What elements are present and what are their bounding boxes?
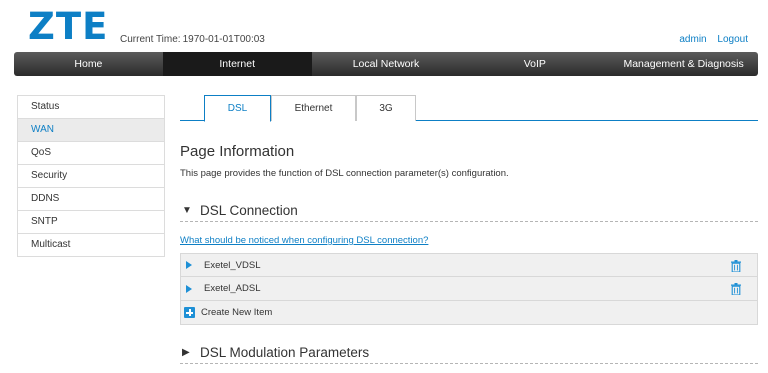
top-nav: Home Internet Local Network VoIP Managem… bbox=[14, 52, 758, 76]
sidebar-item-ddns[interactable]: DDNS bbox=[18, 188, 164, 211]
connection-name: Exetel_ADSL bbox=[204, 283, 261, 294]
current-time: Current Time: 1970-01-01T00:03 bbox=[120, 34, 267, 45]
dsl-modulation-title: DSL Modulation Parameters bbox=[200, 345, 370, 360]
logout-link[interactable]: Logout bbox=[717, 34, 748, 45]
right-triangle-icon bbox=[186, 284, 192, 293]
right-triangle-icon bbox=[186, 261, 192, 269]
trash-icon[interactable] bbox=[731, 260, 741, 272]
username: admin bbox=[679, 34, 707, 45]
sidebar-item-qos[interactable]: QoS bbox=[18, 142, 164, 165]
create-new-item-label: Create New Item bbox=[201, 307, 273, 318]
plus-icon bbox=[184, 307, 195, 318]
tab-3g[interactable]: 3G bbox=[356, 95, 416, 121]
trash-icon[interactable] bbox=[731, 283, 741, 295]
page-title: Page Information bbox=[180, 143, 295, 160]
side-nav: Status WAN QoS Security DDNS SNTP Multic… bbox=[17, 95, 165, 257]
create-new-item-button[interactable]: Create New Item bbox=[180, 301, 758, 325]
sidebar-item-sntp[interactable]: SNTP bbox=[18, 211, 164, 234]
connection-name: Exetel_VDSL bbox=[204, 259, 261, 271]
dsl-modulation-header[interactable]: ▶ DSL Modulation Parameters bbox=[180, 342, 758, 364]
sidebar-item-wan[interactable]: WAN bbox=[18, 119, 164, 142]
top-nav-home[interactable]: Home bbox=[14, 52, 163, 76]
tab-dsl[interactable]: DSL bbox=[204, 95, 271, 122]
top-nav-management-diagnosis[interactable]: Management & Diagnosis bbox=[609, 52, 758, 76]
top-nav-voip[interactable]: VoIP bbox=[460, 52, 609, 76]
sidebar-item-status[interactable]: Status bbox=[18, 96, 164, 119]
top-nav-internet[interactable]: Internet bbox=[162, 52, 312, 76]
tab-bar: DSL Ethernet 3G bbox=[180, 95, 758, 122]
dsl-connection-header[interactable]: ▼ DSL Connection bbox=[180, 200, 758, 222]
list-item[interactable]: Exetel_VDSL bbox=[180, 253, 758, 277]
zte-logo: ZTE bbox=[28, 5, 109, 48]
sidebar-item-multicast[interactable]: Multicast bbox=[18, 234, 164, 257]
top-nav-local-network[interactable]: Local Network bbox=[312, 52, 461, 76]
current-time-value: 1970-01-01T00:03 bbox=[182, 34, 265, 45]
right-triangle-icon: ▶ bbox=[182, 347, 190, 358]
user-area: admin Logout bbox=[679, 34, 748, 45]
dsl-connection-title: DSL Connection bbox=[200, 203, 298, 218]
list-item[interactable]: Exetel_ADSL bbox=[180, 277, 758, 301]
current-time-label: Current Time: bbox=[120, 34, 181, 45]
tab-ethernet[interactable]: Ethernet bbox=[271, 95, 356, 121]
dsl-connection-list: Exetel_VDSL Exetel_ADSL Create New Item bbox=[180, 253, 758, 325]
page-description: This page provides the function of DSL c… bbox=[180, 168, 509, 179]
sidebar-item-security[interactable]: Security bbox=[18, 165, 164, 188]
down-triangle-icon: ▼ bbox=[182, 205, 192, 216]
dsl-notice-link[interactable]: What should be noticed when configuring … bbox=[180, 235, 428, 246]
